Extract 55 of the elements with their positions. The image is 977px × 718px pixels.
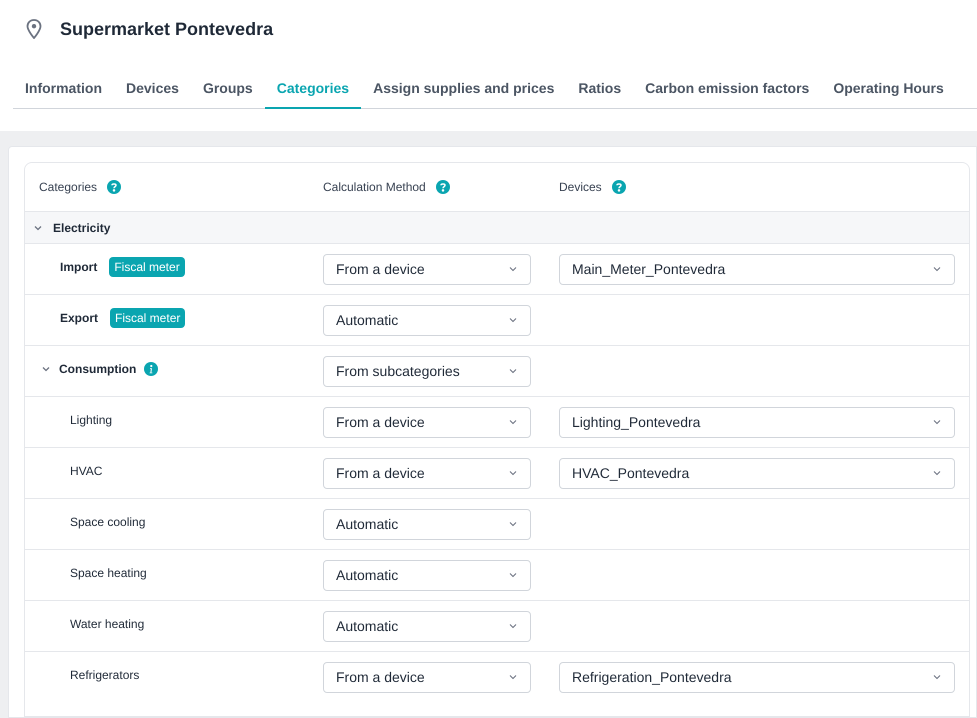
tab[interactable]: Groups: [190, 70, 265, 109]
tab[interactable]: Ratios: [566, 70, 634, 109]
tab[interactable]: Carbon emission factors: [633, 70, 822, 109]
column-header: Calculation Method: [323, 179, 426, 196]
category-label: Lighting: [70, 412, 112, 429]
chevron-down-icon: [508, 519, 518, 529]
calculation-method-select[interactable]: Automatic: [323, 610, 531, 642]
device-select[interactable]: Lighting_Pontevedra: [559, 406, 955, 438]
chevron-down-icon: [932, 417, 942, 427]
calculation-method-select[interactable]: From a device: [323, 662, 531, 692]
info-icon: [144, 362, 158, 376]
tab[interactable]: Assign supplies and prices: [361, 70, 566, 109]
calculation-method-select[interactable]: From a device: [323, 406, 531, 438]
device-select[interactable]: HVAC_Pontevedra: [559, 458, 955, 488]
fiscal-meter-tag: Fiscal meter: [109, 257, 185, 277]
category-label: Refrigerators: [70, 667, 140, 684]
help-icon: [436, 180, 450, 194]
group-label: Electricity: [53, 220, 110, 236]
help-icon: [612, 180, 626, 194]
device-select[interactable]: Refrigeration_Pontevedra: [559, 662, 955, 692]
category-label: Import: [60, 259, 98, 276]
column-header: Devices: [559, 179, 602, 196]
tab[interactable]: Operating Hours: [821, 70, 956, 109]
calculation-method-select[interactable]: From subcategories: [323, 356, 531, 386]
chevron-down-icon: [508, 264, 518, 274]
device-select[interactable]: Main_Meter_Pontevedra: [559, 254, 955, 284]
chevron-down-icon: [932, 672, 942, 682]
chevron-down-icon: [508, 417, 518, 427]
location-pin-icon: [26, 19, 42, 39]
chevron-down-icon: [932, 468, 942, 478]
column-header: Categories: [39, 179, 98, 196]
chevron-down-icon: [508, 621, 518, 631]
chevron-down-icon: [508, 570, 518, 580]
category-label: Export: [60, 310, 98, 327]
chevron-down-icon: [508, 672, 518, 682]
chevron-down-icon[interactable]: [41, 364, 51, 374]
help-icon: [107, 180, 122, 194]
page-title: Supermarket Pontevedra: [60, 18, 274, 41]
tab[interactable]: Devices: [114, 70, 191, 109]
fiscal-meter-tag: Fiscal meter: [110, 308, 186, 328]
chevron-down-icon: [508, 468, 518, 478]
category-label: Consumption: [59, 361, 136, 378]
chevron-down-icon: [508, 366, 518, 376]
calculation-method-select[interactable]: Automatic: [323, 560, 531, 590]
category-label: Water heating: [70, 616, 144, 633]
category-label: HVAC: [70, 463, 102, 480]
calculation-method-select[interactable]: From a device: [323, 254, 531, 284]
category-label: Space cooling: [70, 514, 146, 531]
tab[interactable]: Information: [13, 70, 114, 109]
calculation-method-select[interactable]: Automatic: [323, 304, 531, 336]
calculation-method-select[interactable]: From a device: [323, 458, 531, 488]
category-label: Space heating: [70, 565, 147, 582]
chevron-down-icon: [508, 315, 518, 325]
calculation-method-select[interactable]: Automatic: [323, 508, 531, 540]
chevron-down-icon: [932, 264, 942, 274]
